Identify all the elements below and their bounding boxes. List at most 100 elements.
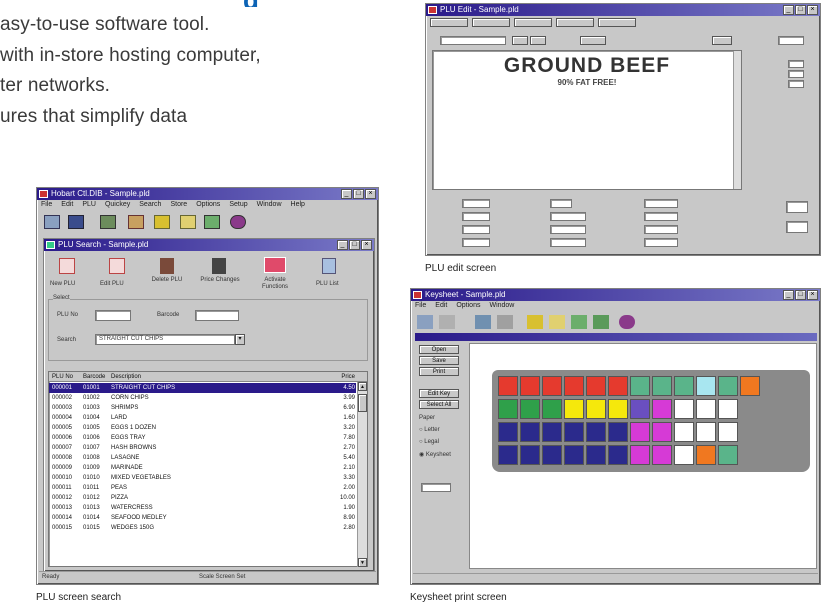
keysheet-key[interactable] xyxy=(652,445,672,465)
keysheet-key[interactable] xyxy=(542,445,562,465)
table-row[interactable]: 000002 01002 CORN CHIPS 3.99 xyxy=(49,393,356,403)
keysheet-key[interactable] xyxy=(674,445,694,465)
ks-globe-icon[interactable] xyxy=(619,315,635,329)
bottom-field-7[interactable] xyxy=(550,225,586,234)
ks-tool-1-icon[interactable] xyxy=(417,315,433,329)
child-maximize-button[interactable]: □ xyxy=(349,240,360,250)
menu-file[interactable]: File xyxy=(41,200,52,210)
keysheet-key[interactable] xyxy=(520,399,540,419)
keysheet-key[interactable] xyxy=(498,376,518,396)
keysheet-key[interactable] xyxy=(520,445,540,465)
keysheet-key[interactable] xyxy=(696,399,716,419)
keysheet-key[interactable] xyxy=(586,422,606,442)
search-dropdown-button[interactable]: ▾ xyxy=(235,334,245,345)
scroll-down-button[interactable]: ▼ xyxy=(358,558,367,567)
child-minimize-button[interactable]: _ xyxy=(337,240,348,250)
label-icon[interactable] xyxy=(180,215,196,229)
keysheet-key[interactable] xyxy=(542,399,562,419)
edit-tab-1[interactable] xyxy=(430,18,468,27)
keysheet-key[interactable] xyxy=(498,399,518,419)
bottom-field-11[interactable] xyxy=(644,225,678,234)
close-button[interactable]: × xyxy=(365,189,376,199)
label-scrollbar[interactable] xyxy=(733,51,741,189)
format-button-1[interactable] xyxy=(512,36,528,45)
table-row[interactable]: 000007 01007 HASH BROWNS 2.70 xyxy=(49,443,356,453)
scroll-thumb[interactable] xyxy=(358,394,367,412)
table-row[interactable]: 000003 01003 SHRIMPS 6.90 xyxy=(49,403,356,413)
keysheet-key[interactable] xyxy=(718,376,738,396)
keysheet-close-button[interactable]: × xyxy=(807,290,818,300)
keysheet-key[interactable] xyxy=(674,376,694,396)
keysheet-key[interactable] xyxy=(740,376,760,396)
format-button-3[interactable] xyxy=(580,36,606,45)
edit-tab-3[interactable] xyxy=(514,18,552,27)
keysheet-key[interactable] xyxy=(542,422,562,442)
ks-tool-2-icon[interactable] xyxy=(439,315,455,329)
bottom-field-1[interactable] xyxy=(462,199,490,208)
ks-menu-window[interactable]: Window xyxy=(489,301,514,311)
ks-tool-5-icon[interactable] xyxy=(527,315,543,329)
ks-menu-options[interactable]: Options xyxy=(456,301,480,311)
format-button-4[interactable] xyxy=(712,36,732,45)
ks-tool-4-icon[interactable] xyxy=(497,315,513,329)
format-button-2[interactable] xyxy=(530,36,546,45)
table-row[interactable]: 000004 01004 LARD 1.60 xyxy=(49,413,356,423)
keysheet-key[interactable] xyxy=(608,445,628,465)
edit-close-button[interactable]: × xyxy=(807,5,818,15)
plu-no-field[interactable] xyxy=(95,310,131,321)
menu-store[interactable]: Store xyxy=(170,200,187,210)
keysheet-key[interactable] xyxy=(696,422,716,442)
edit-minimize-button[interactable]: _ xyxy=(783,5,794,15)
table-row[interactable]: 000006 01006 EGGS TRAY 7.80 xyxy=(49,433,356,443)
menu-setup[interactable]: Setup xyxy=(229,200,247,210)
keysheet-minimize-button[interactable]: _ xyxy=(783,290,794,300)
keysheet-key[interactable] xyxy=(718,445,738,465)
menu-search[interactable]: Search xyxy=(139,200,161,210)
menu-help[interactable]: Help xyxy=(291,200,305,210)
new-plu-button[interactable]: New PLU xyxy=(48,255,86,293)
keysheet-key[interactable] xyxy=(608,399,628,419)
table-row[interactable]: 000015 01015 WEDGES 150G 2.80 xyxy=(49,523,356,533)
keysheet-key[interactable] xyxy=(586,376,606,396)
ks-open-button[interactable]: Open xyxy=(419,345,459,354)
keysheet-key[interactable] xyxy=(498,422,518,442)
ks-select-all-button[interactable]: Select All xyxy=(419,400,459,409)
keysheet-key[interactable] xyxy=(608,422,628,442)
col-plu-no[interactable]: PLU No xyxy=(49,372,83,381)
plu-list-button[interactable]: PLU List xyxy=(310,255,348,293)
search-field[interactable]: STRAIGHT CUT CHIPS xyxy=(95,334,235,345)
menu-plu[interactable]: PLU xyxy=(82,200,96,210)
edit-tab-5[interactable] xyxy=(598,18,636,27)
delete-plu-button[interactable]: Delete PLU xyxy=(148,255,186,293)
bottom-field-4[interactable] xyxy=(462,238,490,247)
col-barcode[interactable]: Barcode xyxy=(83,372,111,381)
ks-tool-6-icon[interactable] xyxy=(549,315,565,329)
bottom-field-5[interactable] xyxy=(550,199,572,208)
edit-tab-4[interactable] xyxy=(556,18,594,27)
keysheet-key[interactable] xyxy=(696,376,716,396)
store-icon[interactable] xyxy=(100,215,116,229)
keysheet-key[interactable] xyxy=(520,376,540,396)
maximize-button[interactable]: □ xyxy=(353,189,364,199)
ks-radio-legal[interactable]: ○ Legal xyxy=(419,439,439,445)
keysheet-key[interactable] xyxy=(564,376,584,396)
keysheet-key[interactable] xyxy=(674,422,694,442)
ks-save-button[interactable]: Save xyxy=(419,356,459,365)
keysheet-key[interactable] xyxy=(718,422,738,442)
globe-icon[interactable] xyxy=(230,215,246,229)
bottom-field-14[interactable] xyxy=(786,221,808,233)
col-description[interactable]: Description xyxy=(111,372,331,381)
keysheet-key[interactable] xyxy=(498,445,518,465)
activate-functions-button[interactable]: Activate Functions xyxy=(252,255,298,293)
keysheet-key[interactable] xyxy=(652,399,672,419)
table-row[interactable]: 000010 01010 MIXED VEGETABLES 3.30 xyxy=(49,473,356,483)
table-row[interactable]: 000008 01008 LASAGNE 5.40 xyxy=(49,453,356,463)
network-icon[interactable] xyxy=(128,215,144,229)
side-field-2[interactable] xyxy=(788,60,804,68)
keysheet-key[interactable] xyxy=(564,422,584,442)
bottom-field-10[interactable] xyxy=(644,212,678,221)
ks-radio-letter[interactable]: ○ Letter xyxy=(419,427,440,433)
keysheet-key[interactable] xyxy=(564,445,584,465)
table-row[interactable]: 000009 01009 MARINADE 2.10 xyxy=(49,463,356,473)
bottom-field-2[interactable] xyxy=(462,212,490,221)
